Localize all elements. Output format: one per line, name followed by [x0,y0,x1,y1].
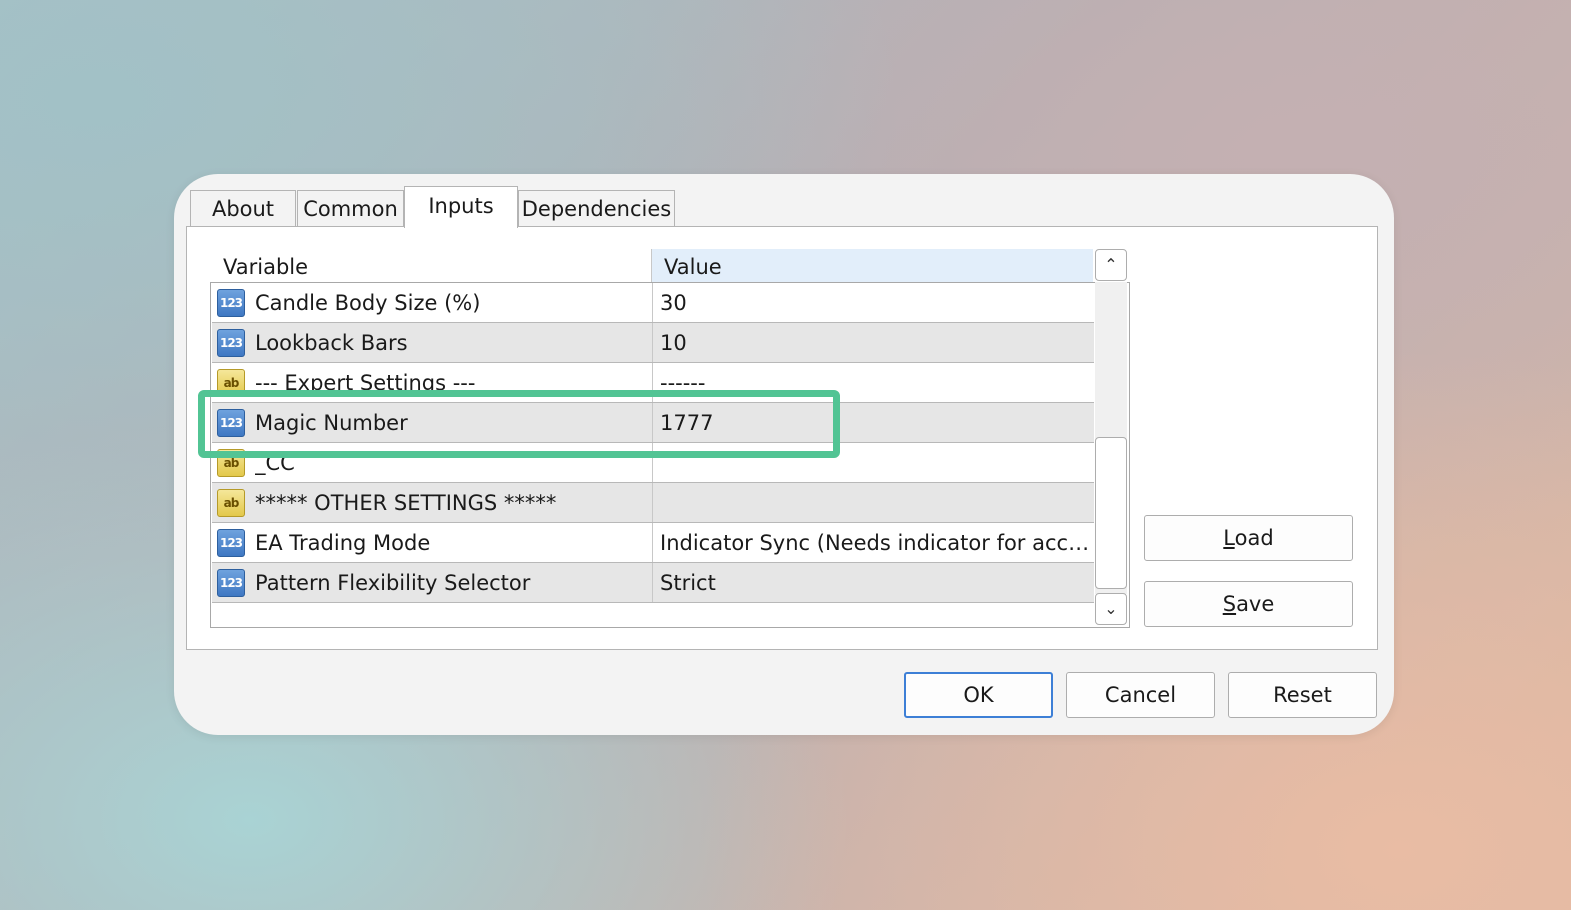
load-button[interactable]: Load [1144,515,1353,561]
grid-body: 123 Candle Body Size (%) 30 123 Lookback… [210,282,1130,628]
inputs-grid: Variable Value 123 Candle Body Size (%) … [210,249,1130,629]
integer-type-icon: 123 [217,409,245,437]
variable-name: Candle Body Size (%) [255,291,481,315]
variable-name: Lookback Bars [255,331,408,355]
expert-properties-dialog: About Common Inputs Dependencies Variabl… [174,174,1394,735]
variable-name: EA Trading Mode [255,531,431,555]
table-row[interactable]: ab ***** OTHER SETTINGS ***** [212,483,1094,523]
table-row[interactable]: 123 Pattern Flexibility Selector Strict [212,563,1094,603]
integer-type-icon: 123 [217,529,245,557]
tab-dependencies[interactable]: Dependencies [518,190,675,227]
save-label: ave [1236,592,1275,616]
tab-about[interactable]: About [190,190,296,227]
variable-name: ***** OTHER SETTINGS ***** [255,491,557,515]
variable-value[interactable]: Strict [652,563,1094,602]
column-header-value[interactable]: Value [651,249,1093,282]
variable-value[interactable] [652,443,1094,482]
table-row[interactable]: 123 Lookback Bars 10 [212,323,1094,363]
table-row[interactable]: 123 Magic Number 1777 [212,403,1094,443]
scrollbar-thumb[interactable] [1095,437,1127,589]
chevron-down-icon: ⌄ [1104,599,1118,618]
table-row[interactable]: 123 EA Trading Mode Indicator Sync (Need… [212,523,1094,563]
table-row[interactable]: 123 Candle Body Size (%) 30 [212,283,1094,323]
table-row[interactable]: ab --- Expert Settings --- ------ [212,363,1094,403]
tab-common[interactable]: Common [297,190,404,227]
variable-value[interactable]: Indicator Sync (Needs indicator for accu… [652,523,1094,562]
cancel-button[interactable]: Cancel [1066,672,1215,718]
table-row[interactable]: ab _CC [212,443,1094,483]
variable-name: Pattern Flexibility Selector [255,571,531,595]
reset-button[interactable]: Reset [1228,672,1377,718]
integer-type-icon: 123 [217,289,245,317]
save-mnemonic: S [1222,592,1237,616]
scroll-down-button[interactable]: ⌄ [1095,593,1127,625]
tab-inputs[interactable]: Inputs [404,186,518,228]
string-type-icon: ab [217,489,245,517]
variable-value[interactable]: 10 [652,323,1094,362]
scroll-up-button[interactable]: ⌃ [1095,249,1127,281]
variable-value[interactable]: 30 [652,283,1094,322]
chevron-up-icon: ⌃ [1104,255,1118,274]
variable-name: _CC [255,451,295,475]
variable-value[interactable]: ------ [652,363,1094,402]
save-button[interactable]: Save [1144,581,1353,627]
ok-button[interactable]: OK [904,672,1053,718]
string-type-icon: ab [217,369,245,397]
load-label: oad [1234,526,1274,550]
integer-type-icon: 123 [217,329,245,357]
vertical-scrollbar[interactable]: ⌃ ⌄ [1093,249,1129,627]
load-mnemonic: L [1223,526,1235,550]
variable-value[interactable] [652,483,1094,522]
variable-value[interactable]: 1777 [652,403,1094,442]
variable-name: Magic Number [255,411,408,435]
column-header-variable[interactable]: Variable [223,249,650,282]
integer-type-icon: 123 [217,569,245,597]
variable-name: --- Expert Settings --- [255,371,476,395]
string-type-icon: ab [217,449,245,477]
